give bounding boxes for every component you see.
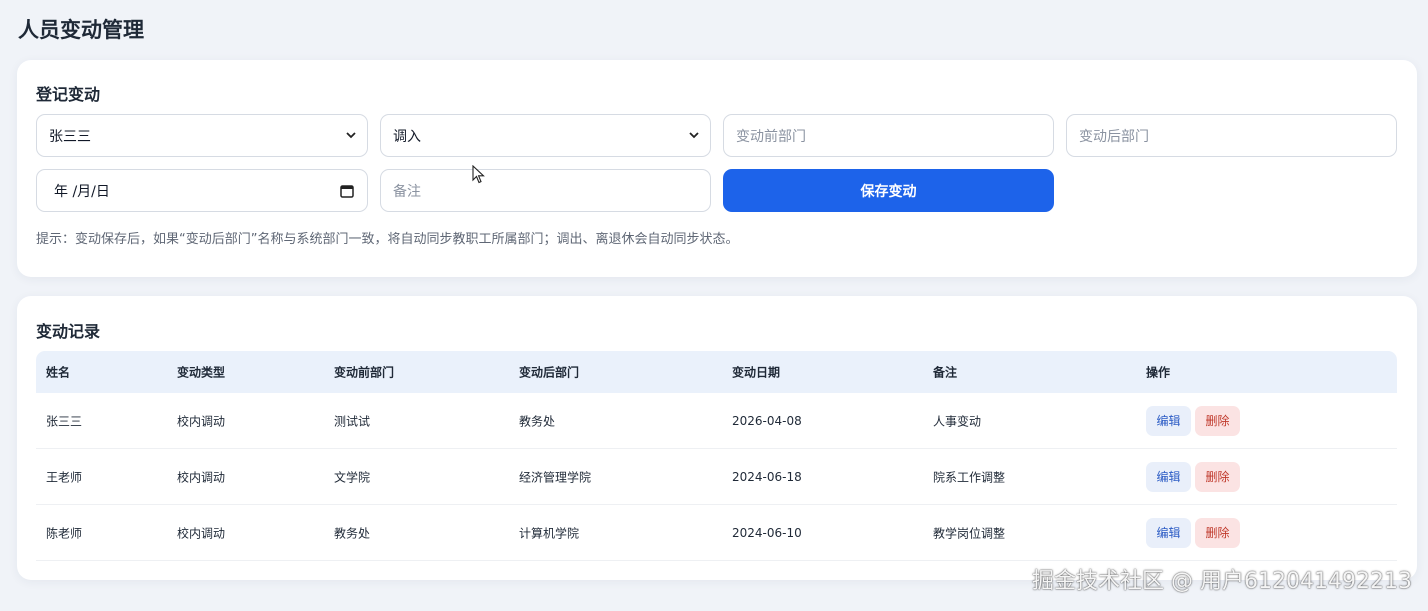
before-dept-input[interactable]: 变动前部门 [723,114,1054,157]
mouse-cursor-icon [472,165,485,184]
row-after: 计算机学院 [519,526,580,540]
row-note: 人事变动 [933,414,982,428]
after-dept-placeholder: 变动后部门 [1079,128,1149,145]
row-date: 2026-04-08 [732,413,802,428]
table-row: 张三三 校内调动 测试试 教务处 2026-04-08 人事变动 编辑 删除 [36,393,1397,449]
table-header: 姓名 变动类型 变动前部门 变动后部门 变动日期 备注 操作 [36,351,1397,393]
header-name: 姓名 [46,365,71,380]
row-actions: 编辑 删除 [1146,405,1240,436]
row-actions: 编辑 删除 [1146,461,1240,492]
register-card: 登记变动 张三三 调入 变动前部门 变动后部门 年 /月/日 备注 保存变动 提… [17,60,1417,277]
row-name: 王老师 [46,470,83,484]
chevron-down-icon [689,132,699,139]
header-before: 变动前部门 [334,365,395,380]
type-select[interactable]: 调入 [380,114,711,157]
before-dept-placeholder: 变动前部门 [736,128,806,145]
row-before: 文学院 [334,470,371,484]
note-placeholder: 备注 [393,183,421,200]
row-before: 测试试 [334,414,371,428]
header-note: 备注 [933,365,958,380]
row-actions: 编辑 删除 [1146,517,1240,548]
person-select[interactable]: 张三三 [36,114,368,157]
row-before: 教务处 [334,526,371,540]
edit-button[interactable]: 编辑 [1146,517,1191,548]
records-title: 变动记录 [36,322,101,341]
table-row: 王老师 校内调动 文学院 经济管理学院 2024-06-18 院系工作调整 编辑… [36,449,1397,505]
header-type: 变动类型 [177,365,226,380]
table-row: 陈老师 校内调动 教务处 计算机学院 2024-06-10 教学岗位调整 编辑 … [36,505,1397,561]
delete-button[interactable]: 删除 [1195,405,1240,436]
row-type: 校内调动 [177,526,226,540]
row-name: 张三三 [46,414,83,428]
row-after: 教务处 [519,414,556,428]
calendar-icon[interactable] [339,183,355,199]
person-select-value: 张三三 [49,128,91,145]
row-note: 院系工作调整 [933,470,1006,484]
watermark: 掘金技术社区 @ 用户612041492213 [1032,569,1412,594]
row-after: 经济管理学院 [519,470,592,484]
header-actions: 操作 [1146,365,1171,380]
edit-button[interactable]: 编辑 [1146,405,1191,436]
note-input[interactable]: 备注 [380,169,711,212]
row-type: 校内调动 [177,470,226,484]
records-table: 姓名 变动类型 变动前部门 变动后部门 变动日期 备注 操作 张三三 校内调动 … [36,351,1397,561]
page-title: 人员变动管理 [18,18,144,42]
row-date: 2024-06-10 [732,525,802,540]
header-after: 变动后部门 [519,365,580,380]
records-card: 变动记录 姓名 变动类型 变动前部门 变动后部门 变动日期 备注 操作 张三三 … [17,296,1417,580]
hint-text: 提示：变动保存后，如果“变动后部门”名称与系统部门一致，将自动同步教职工所属部门… [36,232,739,247]
type-select-value: 调入 [393,128,421,145]
delete-button[interactable]: 删除 [1195,461,1240,492]
date-placeholder: 年 /月/日 [54,183,110,200]
after-dept-input[interactable]: 变动后部门 [1066,114,1397,157]
row-date: 2024-06-18 [732,469,802,484]
header-date: 变动日期 [732,365,781,380]
delete-button[interactable]: 删除 [1195,517,1240,548]
row-note: 教学岗位调整 [933,526,1006,540]
register-title: 登记变动 [36,85,101,104]
edit-button[interactable]: 编辑 [1146,461,1191,492]
save-button[interactable]: 保存变动 [723,169,1054,212]
row-name: 陈老师 [46,526,83,540]
chevron-down-icon [346,132,356,139]
row-type: 校内调动 [177,414,226,428]
date-input[interactable]: 年 /月/日 [36,169,368,212]
